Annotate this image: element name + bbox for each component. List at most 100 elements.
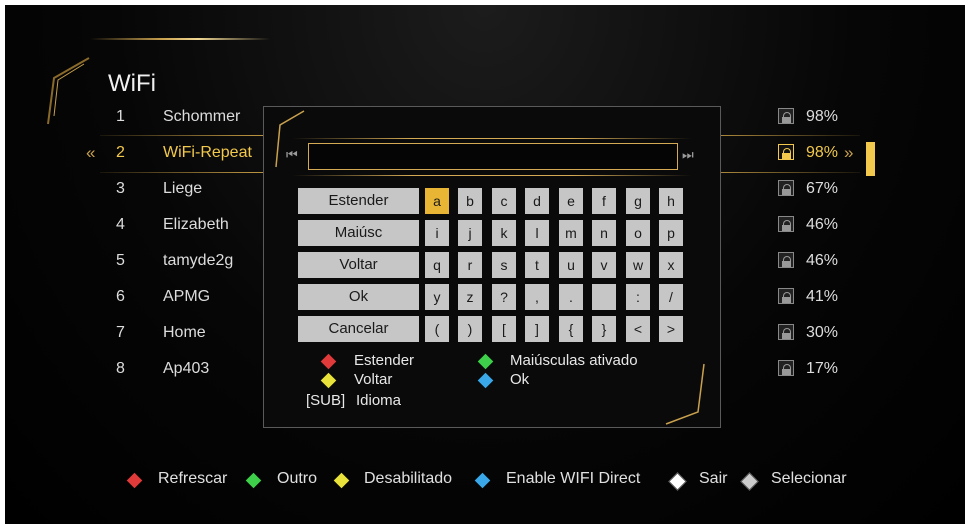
key[interactable]: z [458, 284, 482, 310]
key[interactable]: g [626, 188, 650, 214]
hint-green-label: Maiúsculas ativado [510, 352, 638, 369]
network-ssid: Home [163, 324, 206, 341]
signal-strength: 41% [806, 288, 839, 305]
lock-icon [778, 144, 794, 160]
skip-forward-icon: ⏭ [682, 147, 694, 162]
key[interactable]: ? [492, 284, 516, 310]
lock-icon [778, 216, 794, 232]
key[interactable]: o [626, 220, 650, 246]
key-space[interactable] [592, 284, 616, 310]
virtual-keyboard-dialog: ⏮ ⏭ Estender Maiúsc Voltar Ok Cancelar a… [263, 106, 721, 428]
skip-back-icon: ⏮ [286, 147, 298, 162]
network-ssid: Ap403 [163, 360, 210, 377]
key[interactable]: . [559, 284, 583, 310]
back-button[interactable]: Voltar [298, 252, 419, 278]
key[interactable]: e [559, 188, 583, 214]
key[interactable]: w [626, 252, 650, 278]
key[interactable]: k [492, 220, 516, 246]
key[interactable]: { [559, 316, 583, 342]
key[interactable]: l [525, 220, 549, 246]
key[interactable]: [ [492, 316, 516, 342]
ok-button[interactable]: Ok [298, 284, 419, 310]
network-ssid: Liege [163, 180, 203, 197]
page-title: WiFi [108, 70, 156, 97]
network-number: 8 [116, 360, 125, 377]
key[interactable]: b [458, 188, 482, 214]
gold-corner-decoration [665, 363, 705, 425]
key[interactable]: y [425, 284, 449, 310]
blue-diamond-icon [477, 372, 494, 389]
signal-strength: 46% [806, 252, 839, 269]
gold-corner-decoration [47, 57, 90, 125]
key[interactable]: v [592, 252, 616, 278]
lock-icon [778, 252, 794, 268]
signal-strength: 46% [806, 216, 839, 233]
key[interactable]: } [592, 316, 616, 342]
signal-strength: 67% [806, 180, 839, 197]
lock-icon [778, 288, 794, 304]
key[interactable]: f [592, 188, 616, 214]
footer-other-label: Outro [277, 470, 318, 487]
key[interactable]: d [525, 188, 549, 214]
key[interactable]: > [659, 316, 683, 342]
key[interactable]: q [425, 252, 449, 278]
hint-sub-label: Idioma [356, 392, 402, 409]
key[interactable]: i [425, 220, 449, 246]
footer-wifi-direct-label: Enable WIFI Direct [506, 470, 641, 487]
network-number: 1 [116, 108, 125, 125]
signal-strength: 98% [806, 108, 839, 125]
key[interactable]: , [525, 284, 549, 310]
key[interactable]: a [425, 188, 449, 214]
hint-red-label: Estender [354, 352, 415, 369]
key[interactable]: s [492, 252, 516, 278]
key[interactable]: m [559, 220, 583, 246]
key[interactable]: n [592, 220, 616, 246]
key[interactable]: r [458, 252, 482, 278]
footer-exit-label: Sair [699, 470, 728, 487]
network-number: 6 [116, 288, 125, 305]
key[interactable]: < [626, 316, 650, 342]
key[interactable]: p [659, 220, 683, 246]
key[interactable]: h [659, 188, 683, 214]
footer-refresh-label: Refrescar [158, 470, 228, 487]
gold-decoration-top [90, 38, 270, 40]
scrollbar[interactable] [866, 142, 875, 176]
yellow-diamond-icon [320, 372, 337, 389]
key[interactable]: ) [458, 316, 482, 342]
key[interactable]: x [659, 252, 683, 278]
red-diamond-icon [320, 353, 337, 370]
network-ssid: APMG [163, 288, 211, 305]
gold-divider [292, 175, 692, 176]
hint-sub-key: [SUB] [306, 392, 346, 409]
gold-divider [292, 138, 692, 139]
signal-strength: 30% [806, 324, 839, 341]
shift-button[interactable]: Maiúsc [298, 220, 419, 246]
key[interactable]: u [559, 252, 583, 278]
signal-strength: 17% [806, 360, 839, 377]
network-ssid: Schommer [163, 108, 241, 125]
lock-icon [778, 108, 794, 124]
double-chevron-left-icon: « [86, 143, 96, 162]
network-ssid: tamyde2g [163, 252, 234, 269]
network-number: 7 [116, 324, 125, 341]
network-ssid: WiFi-Repeat [163, 144, 252, 161]
key[interactable]: t [525, 252, 549, 278]
key[interactable]: j [458, 220, 482, 246]
network-number: 4 [116, 216, 125, 233]
key[interactable]: : [626, 284, 650, 310]
estender-button[interactable]: Estender [298, 188, 419, 214]
network-number: 5 [116, 252, 125, 269]
cancel-button[interactable]: Cancelar [298, 316, 419, 342]
key[interactable]: ] [525, 316, 549, 342]
key[interactable]: / [659, 284, 683, 310]
key[interactable]: c [492, 188, 516, 214]
key[interactable]: ( [425, 316, 449, 342]
network-ssid: Elizabeth [163, 216, 229, 233]
text-input[interactable] [308, 143, 678, 170]
double-chevron-right-icon: » [844, 143, 854, 162]
hint-yellow-label: Voltar [354, 371, 393, 388]
hint-blue-label: Ok [510, 371, 530, 388]
lock-icon [778, 360, 794, 376]
green-diamond-icon [477, 353, 494, 370]
signal-strength: 98% [806, 144, 839, 161]
